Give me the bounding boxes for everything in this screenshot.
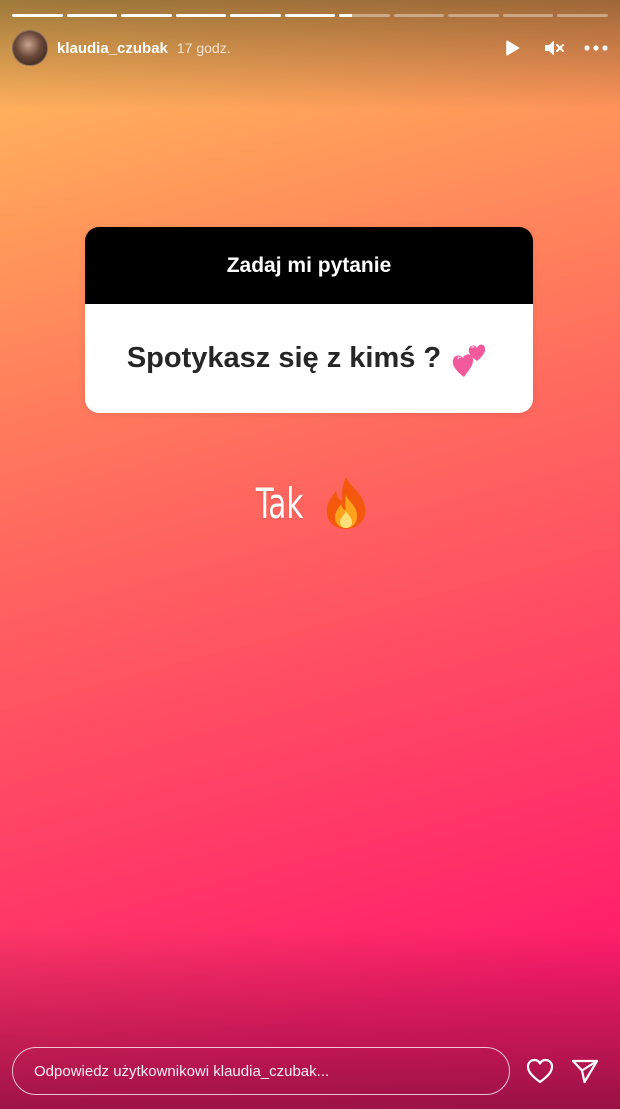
story-header: klaudia_czubak 17 godz. [12,30,608,66]
progress-segment [284,14,336,17]
progress-segment [66,14,118,17]
more-icon[interactable] [584,36,608,60]
story-viewer[interactable]: klaudia_czubak 17 godz. Zadaj mi pytanie… [0,0,620,1109]
reply-input[interactable] [34,1062,474,1080]
two-hearts-emoji [451,339,491,379]
answer-text: Tak [256,478,304,528]
progress-segment-fill [175,14,227,17]
progress-segment-fill [284,14,336,17]
post-time: 17 godz. [176,40,231,56]
question-sticker-title: Zadaj mi pytanie [85,227,533,304]
send-icon[interactable] [571,1058,599,1084]
question-text: Spotykasz się z kimś ? [126,342,442,374]
reply-box[interactable] [12,1047,510,1095]
progress-segment [557,14,609,17]
progress-segment [121,14,172,17]
story-progress-bar [12,14,609,17]
progress-segment [502,14,554,17]
username-link[interactable]: klaudia_czubak [57,40,168,57]
progress-segment-fill [121,14,172,17]
progress-segment-fill [12,14,63,17]
progress-segment-fill [339,14,352,17]
progress-segment-fill [230,14,281,17]
answer-caption: Tak [0,468,620,538]
progress-segment [230,14,281,17]
question-sticker: Zadaj mi pytanie Spotykasz się z kimś ? [85,227,533,413]
progress-segment [448,14,499,17]
progress-segment-fill [66,14,118,17]
avatar[interactable] [12,30,48,66]
progress-segment [175,14,227,17]
question-sticker-body: Spotykasz się z kimś ? [85,304,533,413]
story-controls [500,36,608,60]
mute-icon[interactable] [542,36,566,60]
heart-icon[interactable] [526,1058,554,1084]
progress-segment [339,14,390,17]
play-icon[interactable] [500,36,524,60]
progress-segment [393,14,445,17]
fire-emoji [321,475,371,531]
progress-segment [12,14,63,17]
